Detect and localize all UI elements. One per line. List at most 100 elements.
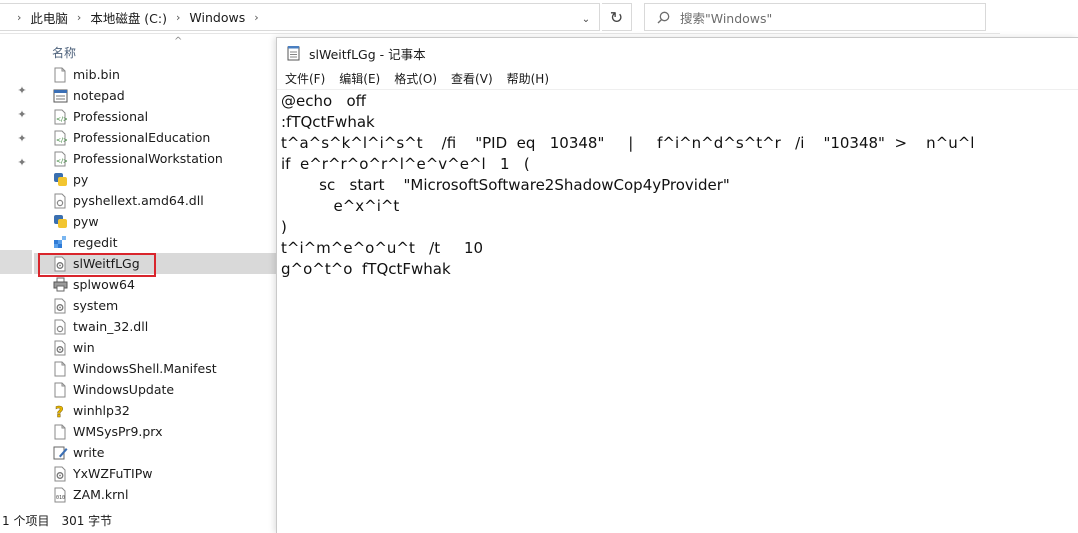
file-name: WindowsUpdate <box>73 382 175 397</box>
file-row[interactable]: pyshellext.amd64.dll <box>34 190 278 211</box>
pin-icon[interactable]: ✦ <box>16 85 28 97</box>
file-name: py <box>73 172 89 187</box>
file-row[interactable]: WindowsUpdate <box>34 379 278 400</box>
notepad-menubar: 文件(F) 编辑(E) 格式(O) 查看(V) 帮助(H) <box>277 68 1078 90</box>
notepad-text-area[interactable]: @echo off :fTQctFwhak t^a^s^k^l^i^s^t /fi … <box>277 91 1078 533</box>
file-name: ProfessionalEducation <box>73 130 211 145</box>
file-name: write <box>73 445 105 460</box>
file-name: notepad <box>73 88 125 103</box>
address-box[interactable]: › 此电脑 › 本地磁盘 (C:) › Windows › ⌄ <box>0 3 600 31</box>
file-row[interactable]: </> ProfessionalWorkstation <box>34 148 278 169</box>
menu-view[interactable]: 查看(V) <box>451 70 493 87</box>
file-row[interactable]: mib.bin <box>34 64 278 85</box>
file-name: WindowsShell.Manifest <box>73 361 217 376</box>
xml-file-icon: </> <box>52 151 68 167</box>
file-row[interactable]: 010 ZAM.krnl <box>34 484 278 505</box>
blank-file-icon <box>52 382 68 398</box>
settings-file-icon <box>52 256 68 272</box>
nav-selected-item[interactable] <box>0 250 32 274</box>
breadcrumb-local-disk[interactable]: 本地磁盘 (C:) <box>90 8 167 27</box>
svg-text:010: 010 <box>56 495 65 501</box>
file-name: winhlp32 <box>73 403 130 418</box>
text-line: if e^r^r^o^r^l^e^v^e^l 1 ( <box>281 155 530 173</box>
blank-file-icon <box>52 67 68 83</box>
pin-icon[interactable]: ✦ <box>16 109 28 121</box>
breadcrumb-this-pc[interactable]: 此电脑 <box>30 8 68 27</box>
text-line: @echo off <box>281 92 366 110</box>
notepad-icon <box>287 46 300 61</box>
address-bar: › 此电脑 › 本地磁盘 (C:) › Windows › ⌄ ↻ 搜索"Win… <box>0 0 1000 34</box>
file-name: regedit <box>73 235 118 250</box>
file-row[interactable]: notepad <box>34 85 278 106</box>
notepad-window: slWeitfLGg - 记事本 文件(F) 编辑(E) 格式(O) 查看(V)… <box>276 37 1078 533</box>
text-line: :fTQctFwhak <box>281 113 375 131</box>
printer-icon <box>52 277 68 293</box>
file-name: mib.bin <box>73 67 120 82</box>
svg-text:</>: </> <box>56 158 67 165</box>
file-row[interactable]: pyw <box>34 211 278 232</box>
file-name: splwow64 <box>73 277 135 292</box>
file-name: slWeitfLGg <box>73 256 140 271</box>
file-row[interactable]: splwow64 <box>34 274 278 295</box>
chevron-right-icon[interactable]: › <box>176 11 180 24</box>
file-row[interactable]: system <box>34 295 278 316</box>
file-name: ZAM.krnl <box>73 487 129 502</box>
write-app-icon <box>52 445 68 461</box>
pin-icon[interactable]: ✦ <box>16 157 28 169</box>
text-line: g^o^t^o fTQctFwhak <box>281 260 451 278</box>
search-placeholder: 搜索"Windows" <box>680 10 773 26</box>
file-name: twain_32.dll <box>73 319 149 334</box>
file-name: ProfessionalWorkstation <box>73 151 223 166</box>
file-row[interactable]: WindowsShell.Manifest <box>34 358 278 379</box>
sort-ascending-icon: ^ <box>174 36 183 47</box>
chevron-right-icon[interactable]: › <box>254 11 258 24</box>
file-row[interactable]: </> Professional <box>34 106 278 127</box>
settings-file-icon <box>52 298 68 314</box>
settings-file-icon <box>52 340 68 356</box>
status-bar: 1 个项目 301 字节 <box>0 508 278 533</box>
file-row[interactable]: twain_32.dll <box>34 316 278 337</box>
python-icon <box>52 172 68 188</box>
file-row[interactable]: WMSysPr9.prx <box>34 421 278 442</box>
file-name: pyw <box>73 214 99 229</box>
file-row[interactable]: write <box>34 442 278 463</box>
pin-icon[interactable]: ✦ <box>16 133 28 145</box>
file-row[interactable]: </> ProfessionalEducation <box>34 127 278 148</box>
text-line: sc start "MicrosoftSoftware2ShadowCop4yP… <box>281 176 730 194</box>
svg-text:</>: </> <box>56 137 67 144</box>
file-row[interactable]: win <box>34 337 278 358</box>
file-row[interactable]: regedit <box>34 232 278 253</box>
file-row[interactable]: py <box>34 169 278 190</box>
refresh-icon: ↻ <box>609 7 624 27</box>
xml-file-icon: </> <box>52 109 68 125</box>
menu-file[interactable]: 文件(F) <box>285 70 325 87</box>
file-row[interactable]: slWeitfLGg <box>34 253 278 274</box>
file-row[interactable]: YxWZFuTIPw <box>34 463 278 484</box>
menu-format[interactable]: 格式(O) <box>394 70 437 87</box>
binary-file-icon: 010 <box>52 487 68 503</box>
text-line: ) <box>281 218 287 236</box>
chevron-right-icon[interactable]: › <box>77 11 81 24</box>
text-line: t^a^s^k^l^i^s^t /fi "PID eq 10348" | f^i… <box>281 134 975 152</box>
blank-file-icon <box>52 424 68 440</box>
settings-file-icon <box>52 466 68 482</box>
chevron-right-icon[interactable]: › <box>17 11 21 24</box>
refresh-button[interactable]: ↻ <box>602 3 632 31</box>
menu-edit[interactable]: 编辑(E) <box>339 70 380 87</box>
file-row[interactable]: ? winhlp32 <box>34 400 278 421</box>
breadcrumb-windows[interactable]: Windows <box>189 10 245 25</box>
dll-file-icon <box>52 193 68 209</box>
status-item-count: 1 个项目 <box>2 514 50 528</box>
file-name: WMSysPr9.prx <box>73 424 163 439</box>
search-icon <box>657 11 670 24</box>
column-name-header[interactable]: 名称 <box>52 44 76 61</box>
navigation-pane: ✦ ✦ ✦ ✦ <box>0 35 34 508</box>
file-name: system <box>73 298 119 313</box>
notepad-titlebar[interactable]: slWeitfLGg - 记事本 <box>277 38 1078 68</box>
column-header: 名称 ^ <box>34 36 278 62</box>
menu-help[interactable]: 帮助(H) <box>507 70 549 87</box>
chevron-down-icon[interactable]: ⌄ <box>574 9 598 29</box>
file-name: pyshellext.amd64.dll <box>73 193 204 208</box>
blank-file-icon <box>52 361 68 377</box>
search-input[interactable]: 搜索"Windows" <box>644 3 986 31</box>
